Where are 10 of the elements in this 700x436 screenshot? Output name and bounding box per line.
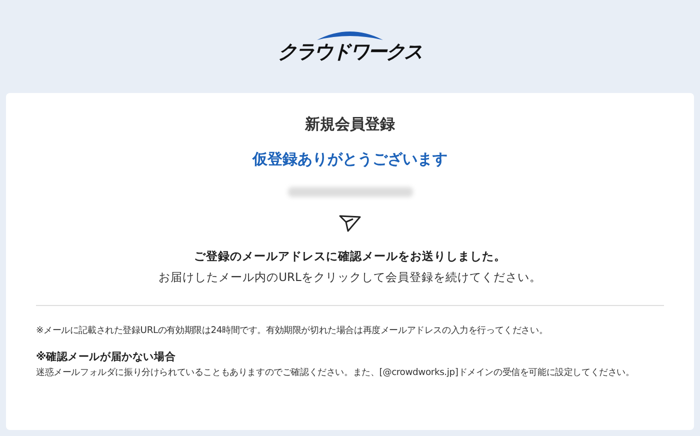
logo-arc-icon [315, 28, 385, 40]
confirmation-message: ご登録のメールアドレスに確認メールをお送りしました。 [194, 249, 506, 264]
instruction-message: お届けしたメール内のURLをクリックして会員登録を続けてください。 [158, 270, 542, 285]
paper-plane-icon [339, 214, 361, 232]
note-text: 迷惑メールフォルダに振り分けられていることもありますのでご確認ください。また、[@crowdworks.jp]ドメインの受信を可能に設定してください。 [36, 366, 636, 380]
logo: クラウドワークス [278, 40, 422, 64]
page-title: 新規会員登録 [305, 115, 395, 134]
thanks-heading: 仮登録ありがとうございます [252, 150, 448, 169]
note-text: ※メールに記載された登録URLの有効期限は24時間です。有効期限が切れた場合は再度メールアドレスの入力を行ってください。 [36, 324, 549, 338]
note-heading: ※確認メールが届かない場合 [36, 350, 177, 365]
